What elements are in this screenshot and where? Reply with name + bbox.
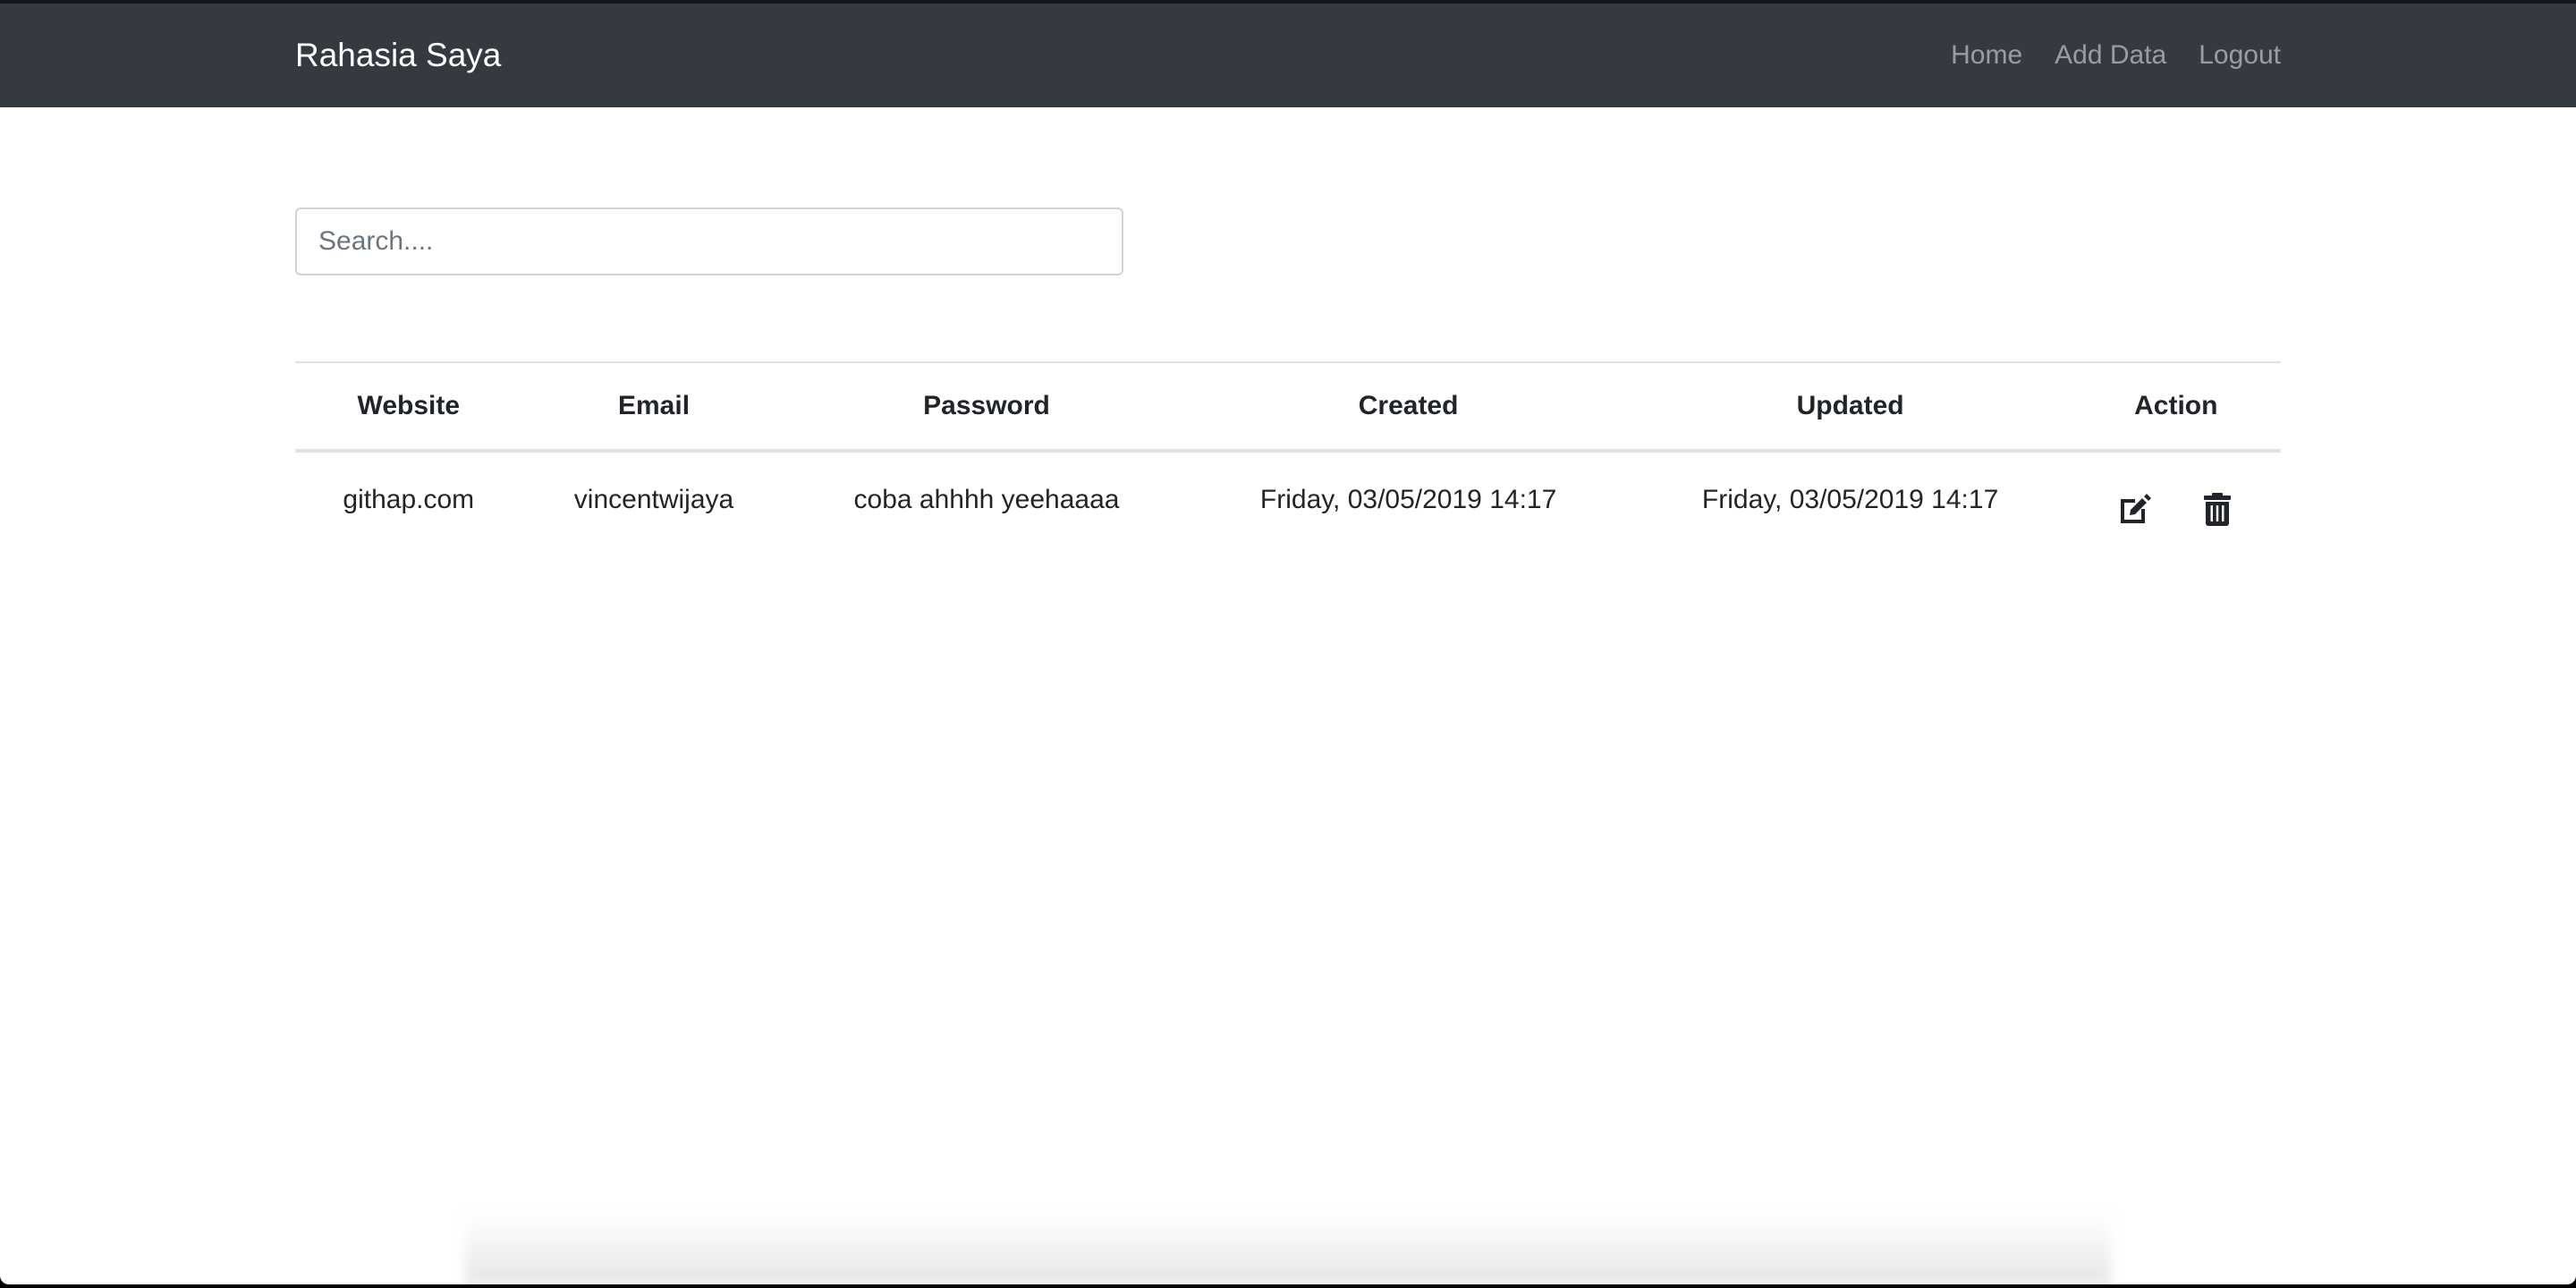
column-header-email: Email: [521, 361, 786, 453]
column-header-updated: Updated: [1629, 361, 2072, 453]
cell-email: vincentwijaya: [573, 485, 734, 514]
column-header-password: Password: [785, 361, 1188, 453]
cell-created: Friday, 03/05/2019 14:17: [1259, 485, 1557, 514]
table-header-row: Website Email Password Created Updated A…: [295, 361, 2281, 453]
cell-password: coba ahhhh yeehaaaa: [853, 485, 1120, 514]
column-header-created: Created: [1187, 361, 1630, 453]
cell-actions: [2072, 451, 2281, 547]
column-header-website: Website: [295, 361, 522, 453]
browser-window: Rahasia Saya Home Add Data Logout Websit…: [0, 0, 2576, 1284]
column-header-action: Action: [2071, 361, 2281, 453]
table-row: githap.com vincentwijaya coba ahhhh yeeh…: [295, 451, 2281, 547]
secrets-table: Website Email Password Created Updated A…: [295, 361, 2281, 547]
navbar: Rahasia Saya Home Add Data Logout: [0, 4, 2576, 107]
search-input[interactable]: [295, 208, 1123, 275]
window-shadow: [465, 1213, 2111, 1284]
trash-icon[interactable]: [2199, 491, 2235, 527]
cell-updated: Friday, 03/05/2019 14:17: [1701, 485, 1999, 514]
nav-links: Home Add Data Logout: [1935, 40, 2297, 71]
nav-link-add-data[interactable]: Add Data: [2038, 40, 2182, 71]
nav-link-logout[interactable]: Logout: [2182, 40, 2297, 71]
edit-icon[interactable]: [2117, 491, 2153, 527]
main-content: Website Email Password Created Updated A…: [0, 107, 2576, 547]
cell-website: githap.com: [343, 485, 475, 514]
brand-link[interactable]: Rahasia Saya: [295, 37, 501, 74]
nav-link-home[interactable]: Home: [1935, 40, 2038, 71]
